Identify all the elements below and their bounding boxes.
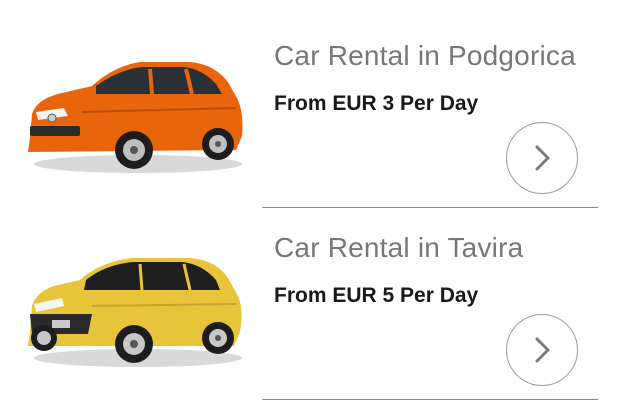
chevron-right-icon [535,337,550,363]
rental-card-podgorica[interactable]: Car Rental in Podgorica From EUR 3 Per D… [0,12,618,208]
car-image-yellow-hatchback [22,234,250,374]
car-rental-list: Car Rental in Podgorica From EUR 3 Per D… [0,0,618,408]
view-listing-button[interactable] [506,314,578,386]
listing-price: From EUR 3 Per Day [274,92,479,115]
view-listing-button[interactable] [506,122,578,194]
chevron-right-icon [535,145,550,171]
rental-card-tavira[interactable]: Car Rental in Tavira From EUR 5 Per Day [0,204,618,400]
listing-title[interactable]: Car Rental in Tavira [274,232,523,264]
car-image-orange-hatchback [22,42,250,182]
divider [262,399,598,400]
listing-price: From EUR 5 Per Day [274,284,479,307]
listing-title[interactable]: Car Rental in Podgorica [274,40,576,72]
